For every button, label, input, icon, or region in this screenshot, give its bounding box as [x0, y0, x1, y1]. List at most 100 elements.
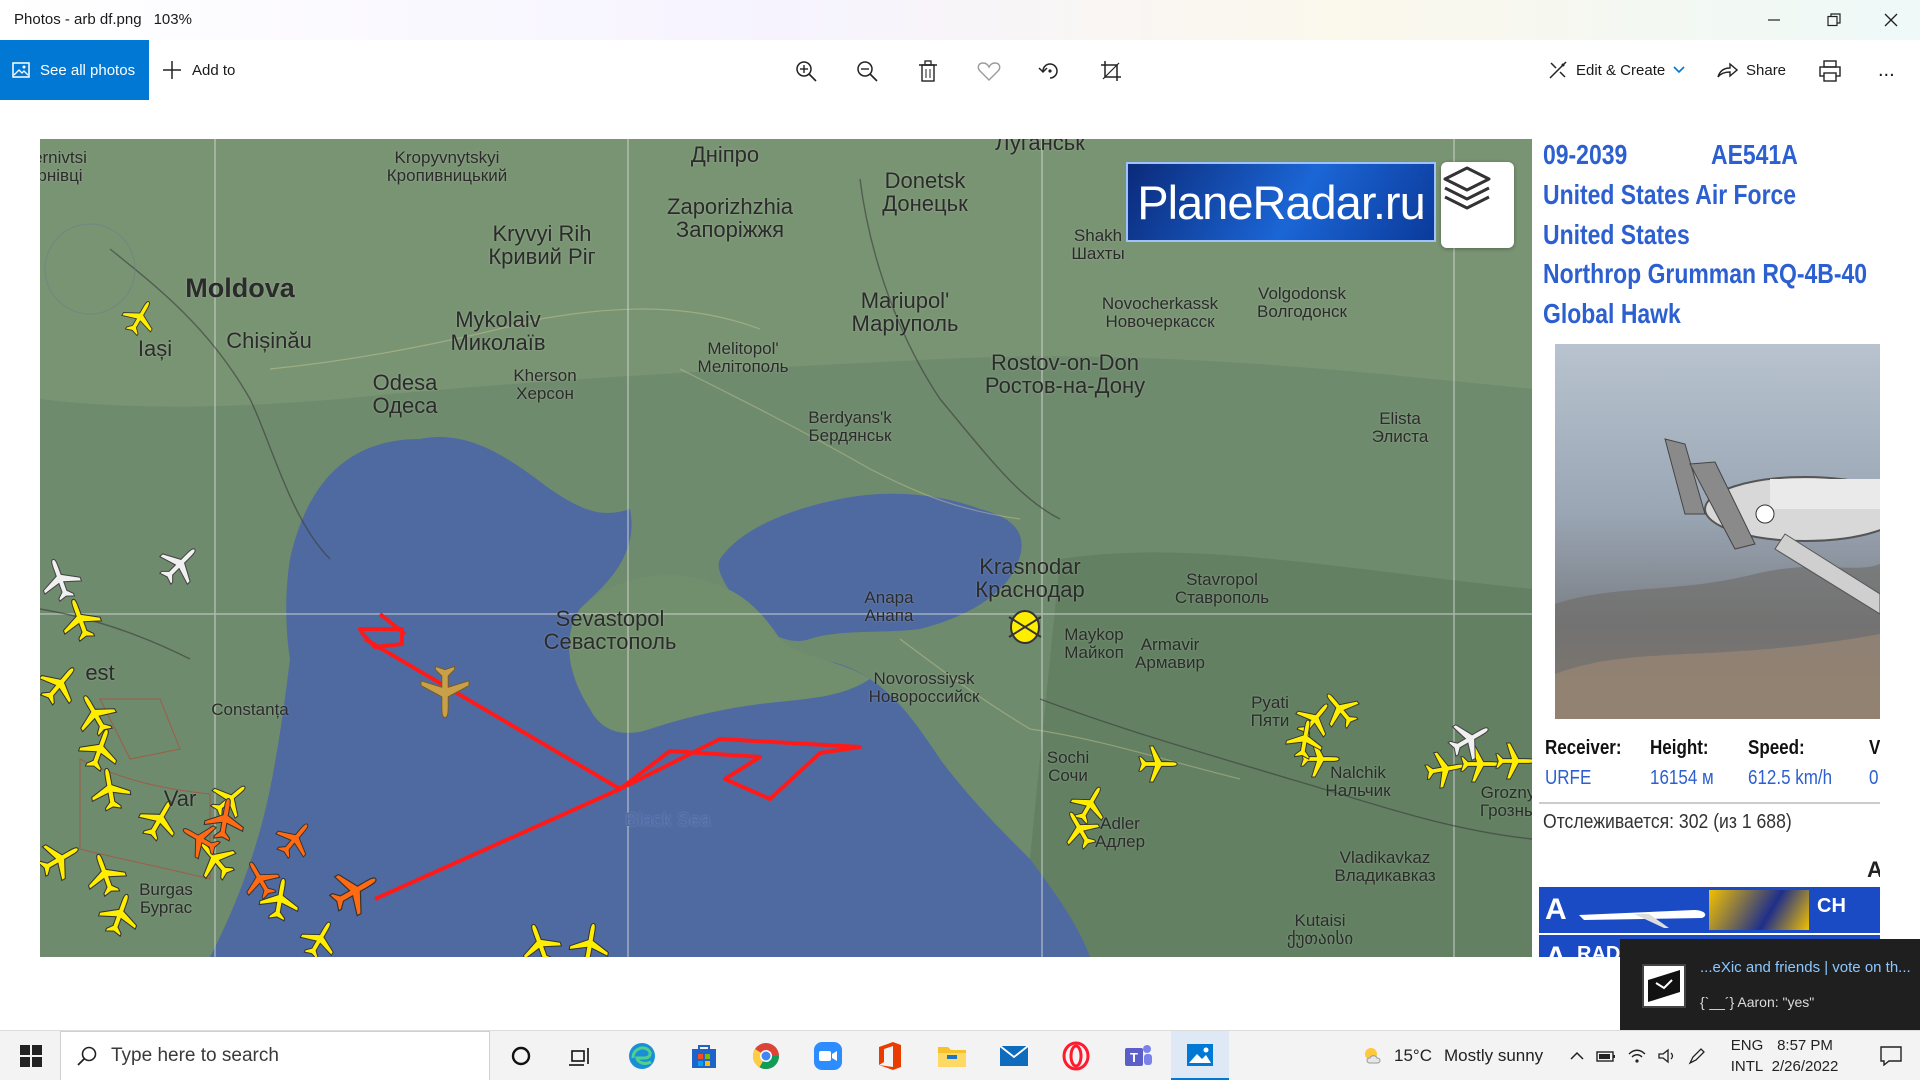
zoom-in-button[interactable]: [790, 55, 822, 87]
zoom-app[interactable]: [799, 1031, 857, 1080]
task-view-button[interactable]: [551, 1031, 609, 1080]
airline-logo: [1709, 890, 1809, 930]
zoom-out-icon: [857, 61, 878, 82]
edge-app[interactable]: [613, 1031, 671, 1080]
map-label: Volgodonsk Волгодонск: [1257, 284, 1347, 321]
notification-title: ...eXic and friends | vote on th...: [1700, 959, 1911, 976]
cortana-button[interactable]: [492, 1031, 550, 1080]
map-label: Armavir Армавир: [1135, 635, 1205, 672]
opera-app[interactable]: [1047, 1031, 1105, 1080]
minimize-icon: [1768, 19, 1780, 21]
row-code: RAD: [1577, 943, 1621, 957]
weather-widget[interactable]: 15°C Mostly sunny: [1362, 1031, 1543, 1080]
heart-icon: [977, 62, 1001, 81]
share-label: Share: [1746, 61, 1787, 79]
close-icon: [1884, 13, 1898, 27]
aircraft-model: Northrop Grumman RQ-4B-40: [1543, 258, 1868, 289]
crop-icon: [1101, 61, 1121, 81]
add-to-button[interactable]: Add to: [162, 40, 235, 100]
start-button[interactable]: [2, 1031, 60, 1080]
see-all-photos-label: See all photos: [40, 61, 136, 79]
taskbar-search[interactable]: Type here to search: [60, 1031, 490, 1080]
speed-value: 612.5 km/h: [1748, 767, 1833, 789]
volume-icon: [1658, 1048, 1674, 1064]
chrome-app[interactable]: [737, 1031, 795, 1080]
file-explorer-app[interactable]: [923, 1031, 981, 1080]
map-label: Anapa Анапа: [864, 588, 914, 625]
row-code: CH: [1817, 895, 1846, 917]
clock[interactable]: 8:57 PM 2/26/2022: [1760, 1035, 1850, 1077]
opera-icon: [1062, 1041, 1090, 1071]
map-label: Nalchik Нальчик: [1325, 763, 1391, 800]
photos-app: { "window": { "title": "Photos - arb df.…: [0, 0, 1920, 1080]
map-label: Kropyvnytskyi Кропивницький: [386, 148, 508, 185]
map-label: Moldova: [185, 273, 295, 303]
row-letter: A: [1545, 893, 1567, 926]
operator: United States Air Force: [1543, 179, 1797, 210]
map-label: Berdyans'k Бердянськ: [808, 408, 892, 445]
more-label: ...: [1878, 58, 1895, 81]
teams-app[interactable]: T: [1109, 1031, 1167, 1080]
printer-icon: [1819, 60, 1841, 82]
delete-button[interactable]: [912, 55, 944, 87]
map-label: Constanța: [211, 700, 289, 719]
office-icon: [879, 1042, 901, 1070]
map-label: Burgas Бургас: [139, 880, 193, 917]
aircraft-photo: [1555, 344, 1880, 719]
map-label: Var: [163, 786, 197, 811]
height-header: Height:: [1650, 737, 1709, 759]
minimize-button[interactable]: [1748, 0, 1800, 40]
row-letter: A: [1545, 941, 1567, 957]
rotate-button[interactable]: [1034, 55, 1066, 87]
map-label: Novorossiysk Новороссийск: [868, 669, 980, 706]
trash-icon: [919, 60, 937, 82]
photos-app-button[interactable]: [1171, 1031, 1229, 1080]
flight-list-row[interactable]: A CH: [1539, 887, 1880, 933]
zoom-out-button[interactable]: [851, 55, 883, 87]
map-label: Elista Элиста: [1371, 409, 1429, 446]
svg-text:T: T: [1130, 1050, 1138, 1065]
map-label: Chișinău: [226, 328, 312, 353]
print-button[interactable]: [1814, 55, 1846, 87]
layers-button[interactable]: [1441, 162, 1514, 248]
notification-toast[interactable]: ...eXic and friends | vote on th... {`__…: [1620, 939, 1920, 1031]
input-language[interactable]: ENG INTL: [1730, 1035, 1764, 1077]
mail-app[interactable]: [985, 1031, 1043, 1080]
drone-image: [1555, 438, 1880, 719]
restore-button[interactable]: [1808, 0, 1860, 40]
map-label: Kutaisi ქუთაისი: [1286, 911, 1354, 948]
close-button[interactable]: [1865, 0, 1917, 40]
map-label: Maykop Майкоп: [1064, 625, 1124, 662]
map-label: Zaporizhzhia Запоріжжя: [667, 194, 793, 243]
chevron-down-icon: [1673, 66, 1685, 74]
sea-label: Black Sea: [625, 810, 711, 831]
map-label: Kryvyi Rih Кривий Ріг: [488, 221, 596, 270]
share-button[interactable]: Share: [1716, 40, 1786, 100]
office-app[interactable]: [861, 1031, 919, 1080]
hex-code: AE541A: [1711, 139, 1798, 170]
chrome-icon: [752, 1043, 780, 1070]
crop-button[interactable]: [1095, 55, 1127, 87]
registration-value: 09-2039: [1543, 139, 1628, 170]
displayed-image[interactable]: ernivtsiрнівці KropyvnytskyiКропивницьки…: [40, 139, 1880, 957]
notification-center-button[interactable]: [1862, 1031, 1920, 1080]
v-value: 0: [1869, 767, 1879, 789]
map-label: Sochi Сочи: [1046, 748, 1090, 785]
notification-icon: [1880, 1046, 1902, 1066]
task-view-icon: [569, 1048, 589, 1066]
map-label: Stavropol Ставрополь: [1174, 570, 1270, 607]
edit-create-button[interactable]: Edit & Create: [1548, 40, 1685, 100]
map-label: Donetsk Донецьк: [882, 168, 968, 217]
store-app[interactable]: [675, 1031, 733, 1080]
pen-icon: [1688, 1048, 1705, 1065]
lang-line2: INTL: [1730, 1058, 1764, 1075]
more-button[interactable]: ...: [1878, 40, 1895, 100]
map-label: Mariupol' Маріуполь: [851, 288, 959, 337]
system-tray[interactable]: [1570, 1031, 1706, 1080]
see-all-photos-button[interactable]: See all photos: [0, 40, 149, 100]
country: United States: [1543, 219, 1690, 250]
chevron-up-icon: [1570, 1051, 1584, 1060]
store-icon: [692, 1045, 716, 1068]
map-canvas: [40, 139, 1532, 957]
favorite-button[interactable]: [973, 55, 1005, 87]
